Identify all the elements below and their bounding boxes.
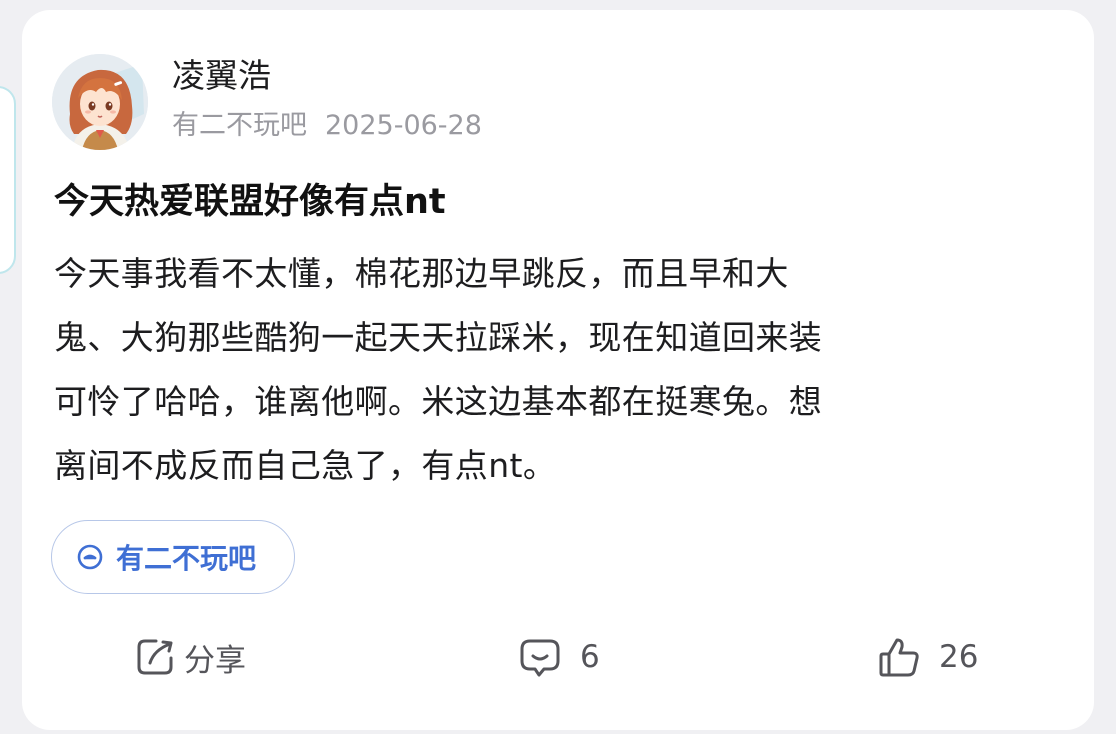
share-label: 分享 bbox=[184, 642, 246, 679]
avatar[interactable] bbox=[52, 54, 148, 150]
thumbs-up-icon bbox=[879, 638, 919, 677]
like-count: 26 bbox=[939, 639, 979, 675]
share-icon bbox=[137, 639, 173, 675]
post-card[interactable]: 凌翼浩 有二不玩吧 2025-06-28 今天热爱联盟好像有点nt 今天事我看不太… bbox=[22, 10, 1094, 730]
post-title[interactable]: 今天热爱联盟好像有点nt bbox=[54, 176, 446, 228]
share-button[interactable]: 分享 bbox=[134, 632, 246, 682]
post-date: 2025-06-28 bbox=[325, 110, 482, 141]
forum-tag-button[interactable]: 有二不玩吧 bbox=[51, 520, 296, 594]
screen: 凌翼浩 有二不玩吧 2025-06-28 今天热爱联盟好像有点nt 今天事我看不太… bbox=[0, 0, 1116, 734]
comment-icon bbox=[520, 639, 560, 677]
forum-tag-label: 有二不玩吧 bbox=[116, 542, 257, 575]
post-body-line: 可怜了哈哈，谁离他啊。米这边基本都在挺寒兔。想 bbox=[54, 382, 823, 421]
forum-icon bbox=[77, 544, 103, 570]
post-body-line: 鬼、大狗那些酷狗一起天天拉踩米，现在知道回来装 bbox=[54, 318, 823, 357]
comment-count: 6 bbox=[580, 639, 600, 675]
like-button[interactable]: 26 bbox=[877, 632, 978, 682]
forum-name[interactable]: 有二不玩吧 bbox=[172, 110, 307, 141]
author-name[interactable]: 凌翼浩 bbox=[172, 56, 271, 96]
post-meta: 有二不玩吧 2025-06-28 bbox=[172, 108, 482, 144]
post-body-line: 今天事我看不太懂，棉花那边早跳反，而且早和大 bbox=[54, 254, 789, 293]
post-body[interactable]: 今天事我看不太懂，棉花那边早跳反，而且早和大 鬼、大狗那些酷狗一起天天拉踩米，现… bbox=[54, 242, 1070, 498]
anime-girl-avatar-icon bbox=[52, 54, 148, 150]
comment-button[interactable]: 6 bbox=[518, 632, 600, 682]
post-body-line: 离间不成反而自己急了，有点nt。 bbox=[54, 446, 557, 485]
adjacent-card-edge bbox=[0, 86, 16, 274]
